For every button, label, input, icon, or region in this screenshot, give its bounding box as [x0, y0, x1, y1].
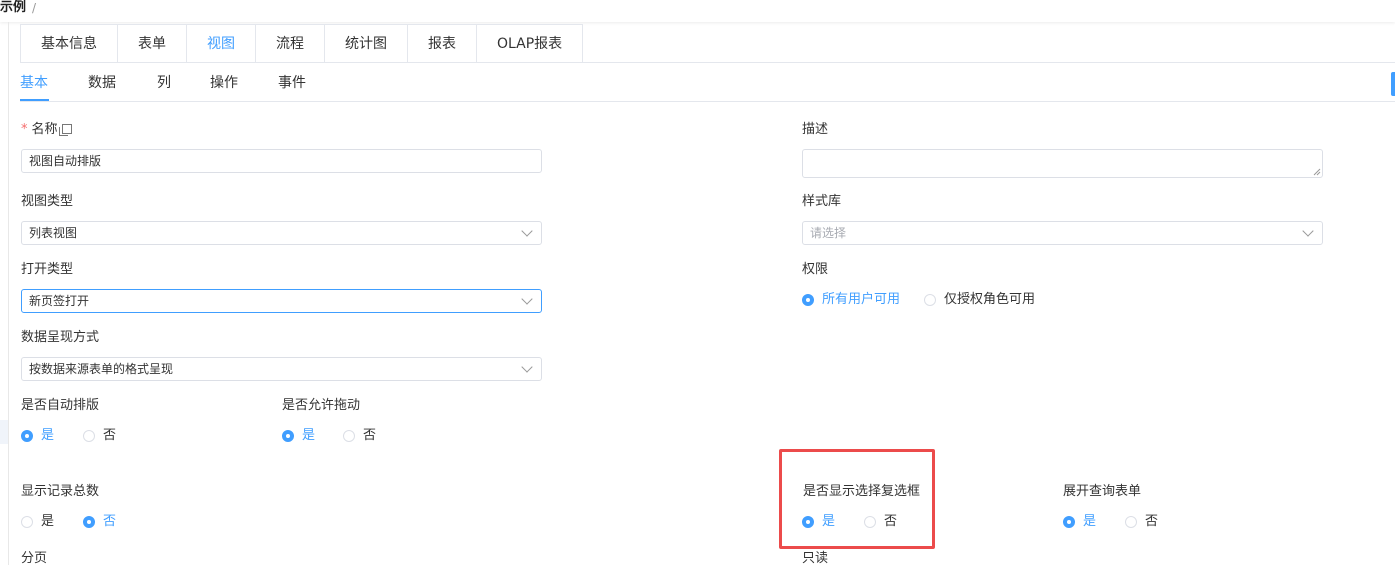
show-checkbox-label: 是否显示选择复选框 — [803, 484, 921, 499]
subtab-data[interactable]: 数据 — [88, 64, 116, 102]
name-label-text: 名称 — [31, 122, 58, 137]
allow-drag-label: 是否允许拖动 — [282, 398, 361, 413]
radio-unchecked-icon — [21, 516, 33, 528]
auto-layout-label: 是否自动排版 — [21, 398, 100, 413]
view-type-select[interactable]: 列表视图 — [21, 221, 542, 245]
show-total-label: 显示记录总数 — [21, 484, 100, 499]
presentation-select[interactable]: 按数据来源表单的格式呈现 — [21, 357, 542, 381]
radio-checked-icon — [282, 430, 294, 442]
breadcrumb: 示例 / — [0, 0, 1395, 22]
resize-handle-icon[interactable] — [1313, 168, 1321, 176]
tab-report[interactable]: 报表 — [408, 25, 477, 63]
chevron-down-icon — [521, 225, 533, 237]
expand-query-label: 展开查询表单 — [1063, 484, 1142, 499]
open-type-select[interactable]: 新页签打开 — [21, 289, 542, 313]
tab-olap-report[interactable]: OLAP报表 — [477, 25, 583, 63]
view-type-label: 视图类型 — [21, 194, 74, 209]
name-input-value: 视图自动排版 — [29, 154, 102, 168]
name-input[interactable]: 视图自动排版 — [21, 149, 542, 173]
radio-checked-icon — [802, 294, 814, 306]
left-collapse-handle[interactable] — [0, 420, 8, 444]
breadcrumb-current[interactable]: 示例 — [0, 0, 26, 16]
style-lib-label: 样式库 — [802, 194, 842, 209]
tab-workflow[interactable]: 流程 — [256, 25, 325, 63]
open-type-label: 打开类型 — [21, 262, 74, 277]
tab-form[interactable]: 表单 — [118, 25, 187, 63]
breadcrumb-separator: / — [32, 1, 37, 15]
chevron-down-icon — [521, 361, 533, 373]
radio-checked-icon — [21, 430, 33, 442]
tab-view[interactable]: 视图 — [187, 25, 256, 63]
chevron-down-icon — [521, 293, 533, 305]
radio-unchecked-icon — [924, 294, 936, 306]
radio-unchecked-icon — [1125, 516, 1137, 528]
radio-checked-icon — [83, 516, 95, 528]
style-lib-placeholder: 请选择 — [810, 226, 847, 240]
radio-checked-icon — [1063, 516, 1075, 528]
pagination-label: 分页 — [21, 551, 48, 565]
description-label: 描述 — [802, 122, 829, 137]
presentation-value: 按数据来源表单的格式呈现 — [29, 362, 174, 376]
copy-icon[interactable] — [58, 124, 72, 136]
chevron-down-icon — [1302, 225, 1314, 237]
open-type-value: 新页签打开 — [29, 294, 90, 308]
subtab-actions[interactable]: 操作 — [210, 64, 238, 102]
description-textarea[interactable] — [802, 149, 1323, 178]
radio-unchecked-icon — [83, 430, 95, 442]
name-label: * 名称 — [21, 122, 72, 138]
top-tabs: 基本信息 表单 视图 流程 统计图 报表 OLAP报表 — [20, 24, 584, 63]
tab-basic-info[interactable]: 基本信息 — [21, 25, 118, 63]
style-lib-select[interactable]: 请选择 — [802, 221, 1323, 245]
radio-unchecked-icon — [864, 516, 876, 528]
left-divider — [8, 22, 9, 565]
tab-chart[interactable]: 统计图 — [325, 25, 408, 63]
permission-label: 权限 — [802, 262, 829, 277]
subtab-basic[interactable]: 基本 — [20, 64, 48, 102]
readonly-label: 只读 — [802, 551, 829, 565]
view-type-value: 列表视图 — [29, 226, 78, 240]
top-tabs-divider — [20, 62, 1395, 63]
sub-tabs-divider — [20, 101, 1395, 102]
required-mark: * — [21, 122, 28, 137]
subtab-events[interactable]: 事件 — [278, 64, 306, 102]
subtab-columns[interactable]: 列 — [157, 64, 171, 102]
presentation-label: 数据呈现方式 — [21, 330, 100, 345]
radio-checked-icon — [802, 516, 814, 528]
radio-unchecked-icon — [343, 430, 355, 442]
side-action-button[interactable] — [1391, 72, 1395, 96]
